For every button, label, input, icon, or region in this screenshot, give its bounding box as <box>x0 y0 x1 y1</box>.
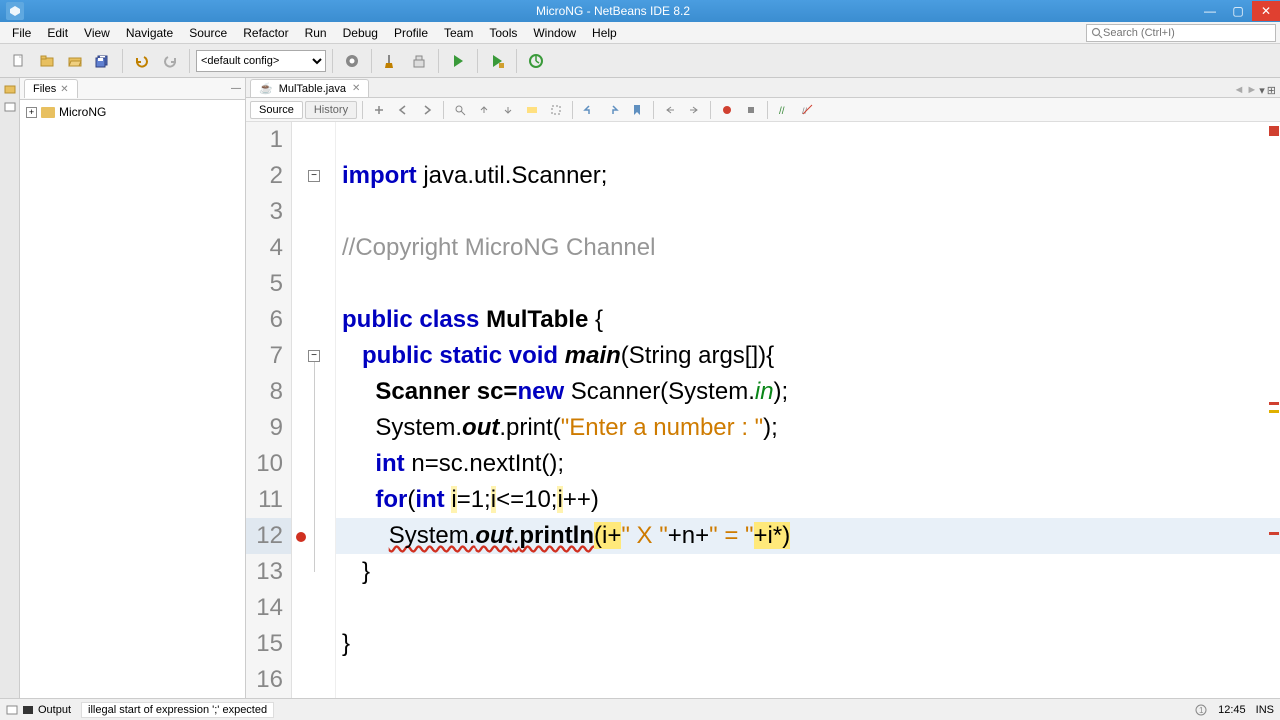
back-button[interactable] <box>392 100 414 120</box>
close-button[interactable]: ✕ <box>1252 1 1280 21</box>
search-icon <box>1091 27 1103 39</box>
tree-node-project[interactable]: + MicroNG <box>24 104 241 120</box>
menu-tools[interactable]: Tools <box>481 24 525 42</box>
search-input[interactable] <box>1103 27 1271 39</box>
menu-help[interactable]: Help <box>584 24 625 42</box>
forward-button[interactable] <box>416 100 438 120</box>
menu-bar: File Edit View Navigate Source Refactor … <box>0 22 1280 44</box>
menu-edit[interactable]: Edit <box>39 24 76 42</box>
clean-build-button[interactable] <box>378 48 404 74</box>
window-title: MicroNG - NetBeans IDE 8.2 <box>30 4 1196 18</box>
toggle-highlight-button[interactable] <box>521 100 543 120</box>
tab-label: MulTable.java <box>279 83 346 95</box>
build-project-button[interactable] <box>406 48 432 74</box>
error-stripe[interactable] <box>1266 122 1280 698</box>
svg-text://: // <box>779 106 785 117</box>
menu-profile[interactable]: Profile <box>386 24 436 42</box>
new-file-button[interactable] <box>6 48 32 74</box>
netbeans-icon <box>6 2 24 20</box>
fold-toggle-icon[interactable]: − <box>308 350 320 362</box>
start-macro-button[interactable] <box>716 100 738 120</box>
menu-team[interactable]: Team <box>436 24 481 42</box>
java-file-icon: ☕ <box>259 82 273 95</box>
build-button[interactable] <box>339 48 365 74</box>
comment-button[interactable]: // <box>773 100 795 120</box>
menu-window[interactable]: Window <box>525 24 584 42</box>
next-bookmark-button[interactable] <box>602 100 624 120</box>
menu-navigate[interactable]: Navigate <box>118 24 181 42</box>
editor-tab-multable[interactable]: ☕ MulTable.java ✕ <box>250 79 369 97</box>
status-error-message[interactable]: illegal start of expression ';' expected <box>81 702 274 718</box>
output-icon <box>6 704 18 716</box>
files-panel: Files ✕ — + MicroNG <box>20 78 246 698</box>
debug-button[interactable] <box>484 48 510 74</box>
stop-macro-button[interactable] <box>740 100 762 120</box>
shift-right-button[interactable] <box>683 100 705 120</box>
menu-file[interactable]: File <box>4 24 39 42</box>
editor-toolbar: Source History // // <box>246 98 1280 122</box>
fold-toggle-icon[interactable]: − <box>308 170 320 182</box>
error-icon[interactable] <box>296 532 306 542</box>
tab-list-button[interactable]: ▾ <box>1259 84 1265 97</box>
menu-refactor[interactable]: Refactor <box>235 24 296 42</box>
notifications-icon[interactable]: 1 <box>1194 703 1208 717</box>
run-button[interactable] <box>445 48 471 74</box>
main-toolbar: <default config> <box>0 44 1280 78</box>
svg-text:1: 1 <box>1199 706 1204 715</box>
search-box[interactable] <box>1086 24 1276 42</box>
find-next-button[interactable] <box>497 100 519 120</box>
prev-bookmark-button[interactable] <box>578 100 600 120</box>
minimize-panel-button[interactable]: — <box>231 83 241 94</box>
new-project-button[interactable] <box>34 48 60 74</box>
undo-button[interactable] <box>129 48 155 74</box>
projects-tab-icon[interactable] <box>3 82 17 96</box>
profile-button[interactable] <box>523 48 549 74</box>
editor-pane: ☕ MulTable.java ✕ ◄ ► ▾ ⊞ Source History <box>246 78 1280 698</box>
close-icon[interactable]: ✕ <box>60 84 68 95</box>
menu-run[interactable]: Run <box>297 24 335 42</box>
toggle-rect-button[interactable] <box>545 100 567 120</box>
source-view-button[interactable]: Source <box>250 101 303 119</box>
files-tab[interactable]: Files ✕ <box>24 79 78 98</box>
tab-prev-button[interactable]: ◄ <box>1233 84 1244 97</box>
files-tree[interactable]: + MicroNG <box>20 100 245 698</box>
close-tab-icon[interactable]: ✕ <box>352 83 360 94</box>
shift-left-button[interactable] <box>659 100 681 120</box>
maximize-editor-button[interactable]: ⊞ <box>1267 84 1276 97</box>
code-editor[interactable]: 1 2−import java.util.Scanner; 3 4//Copyr… <box>246 122 1280 698</box>
expand-icon[interactable]: + <box>26 107 37 118</box>
find-prev-button[interactable] <box>473 100 495 120</box>
menu-source[interactable]: Source <box>181 24 235 42</box>
insert-mode: INS <box>1256 704 1274 716</box>
open-project-button[interactable] <box>62 48 88 74</box>
title-bar: MicroNG - NetBeans IDE 8.2 — ▢ ✕ <box>0 0 1280 22</box>
toggle-bookmark-button[interactable] <box>626 100 648 120</box>
save-all-button[interactable] <box>90 48 116 74</box>
find-selection-button[interactable] <box>449 100 471 120</box>
redo-button[interactable] <box>157 48 183 74</box>
history-view-button[interactable]: History <box>305 101 357 119</box>
status-bar: Output illegal start of expression ';' e… <box>0 698 1280 720</box>
tab-next-button[interactable]: ► <box>1246 84 1257 97</box>
caret-position: 12:45 <box>1218 704 1246 716</box>
config-select[interactable]: <default config> <box>196 50 326 72</box>
terminal-icon <box>22 704 34 716</box>
minimize-button[interactable]: — <box>1196 1 1224 21</box>
services-tab-icon[interactable] <box>3 100 17 114</box>
left-rail <box>0 78 20 698</box>
menu-debug[interactable]: Debug <box>335 24 386 42</box>
last-edit-button[interactable] <box>368 100 390 120</box>
output-toggle[interactable]: Output <box>6 704 71 716</box>
folder-icon <box>41 107 55 118</box>
maximize-button[interactable]: ▢ <box>1224 1 1252 21</box>
project-name: MicroNG <box>59 105 106 119</box>
uncomment-button[interactable]: // <box>797 100 819 120</box>
menu-view[interactable]: View <box>76 24 118 42</box>
